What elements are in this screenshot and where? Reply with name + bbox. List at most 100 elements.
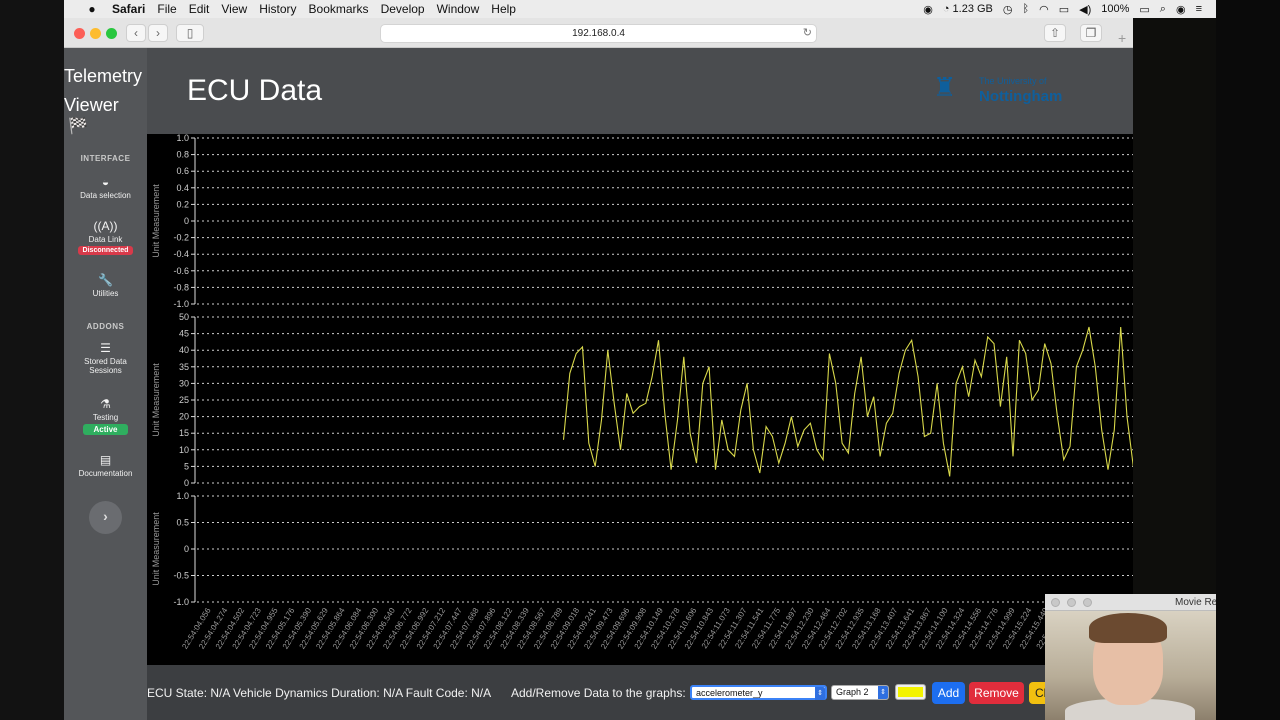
menu-history[interactable]: History: [259, 2, 296, 16]
menu-develop[interactable]: Develop: [381, 2, 425, 16]
menu-window[interactable]: Window: [437, 2, 480, 16]
window-maximize-button[interactable]: [106, 28, 117, 39]
window-minimize-button[interactable]: [90, 28, 101, 39]
browser-toolbar: ‹ › ▯ 192.168.0.4 ↻ ⇧ ❐: [64, 18, 1133, 48]
tab-overview-button[interactable]: ❐: [1080, 24, 1102, 42]
url-text: 192.168.0.4: [572, 28, 625, 39]
menubar-status-area: ◉ ◔ 1.23 GB ◷ ᛒ ◠ ▭ ◀) 100% ▭ ⌕ ◉ ≡: [923, 3, 1216, 16]
memory-icon[interactable]: ◔ 1.23 GB: [943, 3, 993, 15]
menu-file[interactable]: File: [157, 2, 176, 16]
flask-icon: ⚗: [100, 397, 111, 411]
battery-icon[interactable]: ▭: [1139, 3, 1149, 16]
section-heading-interface: INTERFACE: [80, 154, 131, 163]
forward-button[interactable]: ›: [148, 24, 168, 42]
line-color-picker[interactable]: [895, 684, 926, 700]
window-minimize-button[interactable]: [1067, 598, 1076, 607]
y-tick-label: 0.2: [176, 199, 189, 209]
y-tick-label: 30: [179, 378, 189, 388]
sidebar-item-stored-sessions[interactable]: ☰ Stored Data Sessions: [64, 341, 147, 376]
wrench-icon: 🔧: [98, 273, 113, 287]
selected-graph: Graph 2: [836, 687, 869, 697]
page-title: ECU Data: [187, 74, 323, 107]
remove-button[interactable]: Remove: [969, 682, 1024, 704]
time-machine-icon[interactable]: ◷: [1003, 3, 1013, 16]
graphs-panel: 1.0 0.8 0.6 0.4 0.2 0 -0.2 -0.4 -0.6 -0.8 -1.0 Unit…: [147, 134, 1133, 665]
y-tick-label: 1.0: [176, 134, 189, 143]
memory-label: 1.23 GB: [952, 3, 993, 15]
plus-icon: +: [1118, 30, 1127, 46]
add-remove-label: Add/Remove Data to the graphs:: [511, 686, 686, 700]
sidebar-item-documentation[interactable]: ▤ Documentation: [64, 453, 147, 479]
address-bar[interactable]: 192.168.0.4 ↻: [380, 24, 817, 43]
status-badge-disconnected: Disconnected: [77, 246, 134, 255]
sidebar-item-label: Documentation: [78, 469, 133, 478]
notification-center-icon[interactable]: ≡: [1196, 3, 1202, 15]
movie-window-title: Movie Re: [1175, 597, 1216, 608]
sidebar-item-label: Sessions: [89, 366, 122, 375]
new-tab-button[interactable]: +: [1118, 30, 1130, 46]
bluetooth-icon[interactable]: ᛒ: [1023, 3, 1030, 15]
section-heading-addons: ADDONS: [86, 322, 125, 331]
checkered-flag-icon: 🏁: [68, 118, 88, 135]
back-button[interactable]: ‹: [126, 24, 146, 42]
color-swatch: [898, 687, 923, 697]
sidebar-item-label: Data Link: [88, 235, 123, 244]
menu-view[interactable]: View: [221, 2, 247, 16]
y-tick-label: 1.0: [176, 491, 189, 501]
spotlight-icon[interactable]: ⌕: [1160, 3, 1166, 16]
y-tick-label: -1.0: [173, 597, 189, 607]
menu-help[interactable]: Help: [491, 2, 516, 16]
mac-menubar: ● Safari File Edit View History Bookmark…: [64, 0, 1216, 18]
sidebar-item-testing[interactable]: ⚗ Testing Active: [64, 398, 147, 435]
y-tick-label: 0.5: [176, 518, 189, 528]
window-close-button[interactable]: [74, 28, 85, 39]
sidebar-collapse-button[interactable]: ›: [89, 501, 122, 534]
menu-edit[interactable]: Edit: [189, 2, 210, 16]
movie-recording-window[interactable]: Movie Re: [1045, 594, 1216, 720]
add-button[interactable]: Add: [932, 682, 965, 704]
y-tick-label: 0: [184, 216, 189, 226]
select-arrows-icon: ⇕: [815, 687, 825, 700]
menu-safari[interactable]: Safari: [112, 2, 145, 16]
volume-icon[interactable]: ◀): [1079, 3, 1091, 16]
share-button[interactable]: ⇧: [1044, 24, 1066, 42]
y-tick-label: 10: [179, 445, 189, 455]
movie-window-titlebar[interactable]: Movie Re: [1045, 594, 1216, 611]
sidebar-item-utilities[interactable]: 🔧 Utilities: [64, 273, 147, 299]
chevron-right-icon: ›: [103, 508, 108, 524]
record-icon[interactable]: ◉: [923, 3, 933, 16]
wifi-icon[interactable]: ◠: [1039, 3, 1049, 16]
dashboard-icon: ◒: [101, 175, 110, 189]
university-logo: ♜ The University of Nottingham: [933, 72, 1083, 116]
document-icon: ▤: [99, 453, 112, 467]
select-arrows-icon: ⇕: [878, 686, 888, 699]
sidebar: Telemetry Viewer 🏁 INTERFACE ◒ Data sele…: [64, 48, 147, 720]
sidebar-icon: ▯: [186, 26, 194, 40]
sidebar-item-data-selection[interactable]: ◒ Data selection: [64, 175, 147, 201]
page-header: ECU Data ♜ The University of Nottingham: [147, 48, 1133, 134]
logo-line-2: Nottingham: [979, 88, 1063, 105]
apple-menu-icon[interactable]: ●: [82, 2, 102, 16]
window-maximize-button[interactable]: [1083, 598, 1092, 607]
y-tick-label: 45: [179, 329, 189, 339]
status-badge-active: Active: [83, 424, 128, 435]
database-icon: ☰: [100, 341, 111, 355]
menu-bookmarks[interactable]: Bookmarks: [309, 2, 369, 16]
y-tick-label: -0.8: [173, 282, 189, 292]
sidebar-item-label: Data selection: [80, 191, 131, 200]
y-tick-label: 50: [179, 312, 189, 322]
siri-icon[interactable]: ◉: [1176, 3, 1186, 16]
crest-icon: ♜: [933, 72, 957, 102]
battery-label[interactable]: 100%: [1101, 3, 1129, 15]
data-series-select[interactable]: accelerometer_y ⇕: [690, 685, 827, 700]
reload-icon[interactable]: ↻: [803, 25, 812, 42]
graph-select[interactable]: Graph 2 ⇕: [831, 685, 889, 700]
window-close-button[interactable]: [1051, 598, 1060, 607]
sidebar-item-data-link[interactable]: ((A)) Data Link Disconnected: [64, 220, 147, 255]
webcam-feed: [1045, 611, 1216, 720]
y-tick-label: -0.6: [173, 266, 189, 276]
sidebar-toggle-button[interactable]: ▯: [176, 24, 204, 42]
airplay-icon[interactable]: ▭: [1059, 3, 1069, 16]
tabs-icon: ❐: [1085, 26, 1097, 40]
y-tick-label: 0: [184, 544, 189, 554]
